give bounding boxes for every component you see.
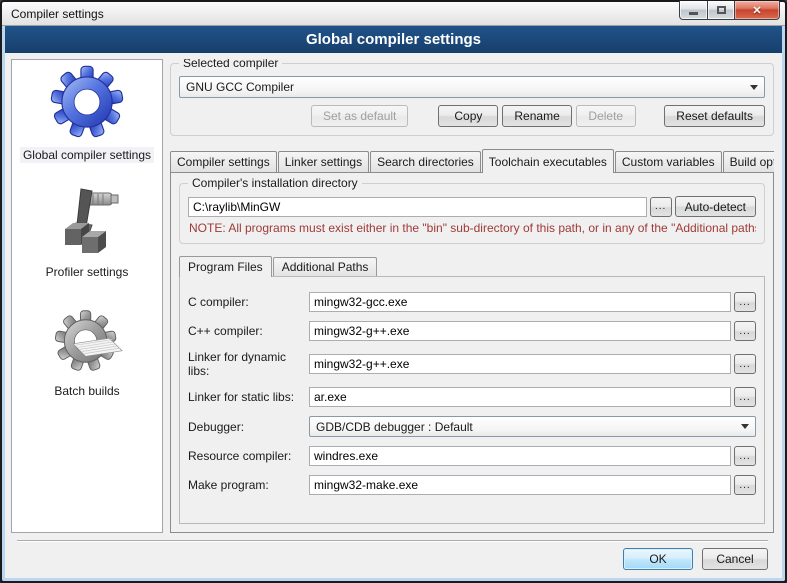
chevron-down-icon [750,85,758,90]
blue-gear-icon [49,64,125,140]
browse-static-linker-button[interactable]: ... [734,387,756,407]
browse-c-compiler-button[interactable]: ... [734,292,756,312]
sidebar-item-label: Global compiler settings [20,147,154,163]
settings-tabs: Compiler settings Linker settings Search… [170,148,774,172]
window-title: Compiler settings [11,7,104,21]
debugger-select[interactable]: GDB/CDB debugger : Default [309,416,756,437]
title-bar[interactable]: Compiler settings ✕ [2,2,785,26]
debugger-row: Debugger: GDB/CDB debugger : Default [188,416,756,437]
tab-additional-paths[interactable]: Additional Paths [273,257,378,276]
copy-button[interactable]: Copy [438,105,498,127]
static-linker-label: Linker for static libs: [188,390,306,404]
minimize-icon [689,12,698,15]
tab-custom-variables[interactable]: Custom variables [615,151,722,172]
make-program-label: Make program: [188,478,306,492]
ok-button[interactable]: OK [623,548,693,570]
installation-directory-input[interactable] [188,197,647,217]
tab-linker-settings[interactable]: Linker settings [278,151,369,172]
make-program-row: Make program: ... [188,475,756,495]
bin-subdirectory-note: NOTE: All programs must exist either in … [189,221,756,235]
rename-button[interactable]: Rename [502,105,571,127]
resource-compiler-input[interactable] [309,446,731,466]
sidebar-item-label: Batch builds [51,383,122,399]
compiler-select-value: GNU GCC Compiler [186,80,294,94]
static-linker-input[interactable] [309,387,731,407]
browse-cpp-compiler-button[interactable]: ... [734,321,756,341]
resource-compiler-row: Resource compiler: ... [188,446,756,466]
tab-search-directories[interactable]: Search directories [370,151,481,172]
browse-directory-button[interactable]: ... [650,197,672,217]
installation-directory-label: Compiler's installation directory [188,176,362,190]
compiler-actions: Set as default Copy Rename Delete Reset … [179,105,765,127]
compiler-settings-dialog: Compiler settings ✕ Global compiler sett… [0,0,787,583]
maximize-icon [717,6,726,14]
compiler-select[interactable]: GNU GCC Compiler [179,76,765,98]
sidebar-item-global-compiler-settings[interactable]: Global compiler settings [20,64,154,163]
toolchain-executables-panel: Compiler's installation directory ... Au… [170,172,774,533]
auto-detect-button[interactable]: Auto-detect [675,196,756,217]
make-program-input[interactable] [309,475,731,495]
debugger-select-value: GDB/CDB debugger : Default [316,420,473,434]
dynamic-linker-input[interactable] [309,354,731,374]
close-button[interactable]: ✕ [735,1,780,20]
cpp-compiler-input[interactable] [309,321,731,341]
browse-resource-compiler-button[interactable]: ... [734,446,756,466]
tab-toolchain-executables[interactable]: Toolchain executables [482,149,614,173]
caliper-icon [52,185,122,257]
page-title: Global compiler settings [5,26,782,53]
settings-category-sidebar: Global compiler settings [11,59,163,533]
c-compiler-row: C compiler: ... [188,292,756,312]
dynamic-linker-row: Linker for dynamic libs: ... [188,350,756,378]
selected-compiler-group-label: Selected compiler [179,59,282,70]
selected-compiler-group: Selected compiler GNU GCC Compiler Set a… [170,63,774,136]
window-controls: ✕ [679,1,780,20]
cancel-button[interactable]: Cancel [702,548,768,570]
delete-button[interactable]: Delete [576,105,636,127]
dialog-footer: OK Cancel [11,542,774,572]
sidebar-item-batch-builds[interactable]: Batch builds [50,306,124,399]
close-icon: ✕ [752,4,761,17]
set-as-default-button[interactable]: Set as default [311,105,408,127]
browse-make-program-button[interactable]: ... [734,475,756,495]
minimize-button[interactable] [679,1,708,20]
reset-defaults-button[interactable]: Reset defaults [664,105,765,127]
main-panel: Selected compiler GNU GCC Compiler Set a… [170,59,774,533]
chevron-down-icon [741,424,749,429]
dynamic-linker-label: Linker for dynamic libs: [188,350,306,378]
debugger-label: Debugger: [188,420,306,434]
tab-compiler-settings[interactable]: Compiler settings [170,151,277,172]
program-tabs: Program Files Additional Paths [179,255,765,276]
window-frame: Global compiler settings [2,26,785,581]
sidebar-item-label: Profiler settings [43,264,132,280]
cpp-compiler-label: C++ compiler: [188,324,306,338]
c-compiler-input[interactable] [309,292,731,312]
browse-dynamic-linker-button[interactable]: ... [734,354,756,374]
static-linker-row: Linker for static libs: ... [188,387,756,407]
resource-compiler-label: Resource compiler: [188,449,306,463]
c-compiler-label: C compiler: [188,295,306,309]
tab-program-files[interactable]: Program Files [179,256,272,277]
cpp-compiler-row: C++ compiler: ... [188,321,756,341]
installation-directory-group: Compiler's installation directory ... Au… [179,183,765,244]
program-files-panel: C compiler: ... C++ compiler: ... Linker [179,276,765,524]
dialog-body: Global compiler settings [5,53,782,578]
maximize-button[interactable] [708,1,735,20]
tab-build-options[interactable]: Build options [723,151,774,172]
gray-gear-stack-icon [50,306,124,376]
sidebar-item-profiler-settings[interactable]: Profiler settings [43,185,132,280]
